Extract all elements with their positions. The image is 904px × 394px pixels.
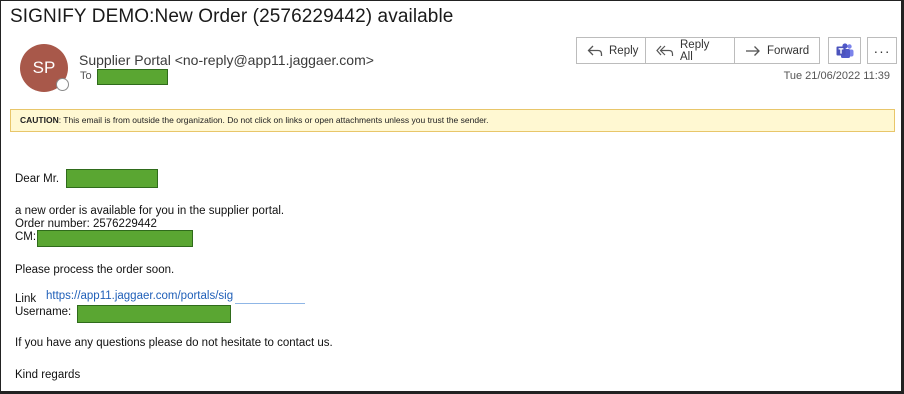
name-redaction [66, 169, 158, 188]
more-options-button[interactable]: ··· [867, 37, 897, 64]
reply-all-icon [656, 45, 674, 57]
order-number-text: Order number: 2576229442 [15, 218, 157, 230]
process-text: Please process the order soon. [15, 264, 175, 276]
forward-button[interactable]: Forward [734, 37, 820, 64]
reply-all-label: Reply All [680, 38, 710, 63]
reply-icon [587, 45, 603, 57]
caution-label: CAUTION [20, 115, 59, 125]
link-underline [235, 303, 305, 304]
portal-link[interactable]: https://app11.jaggaer.com/portals/sig [46, 290, 233, 302]
link-label: Link [15, 293, 37, 305]
username-label: Username: [15, 306, 72, 318]
closing-text: Kind regards [15, 369, 81, 381]
recipient-redaction [97, 69, 168, 85]
to-label: To [80, 70, 92, 82]
forward-icon [745, 45, 761, 57]
teams-button[interactable] [828, 37, 861, 64]
forward-label: Forward [767, 44, 810, 57]
reply-all-button[interactable]: Reply All [645, 37, 735, 64]
sender-name[interactable]: Supplier Portal <no-reply@app11.jaggaer.… [79, 52, 374, 68]
reply-label: Reply [609, 44, 639, 57]
cm-redaction [37, 230, 193, 247]
cm-label: CM: [15, 231, 37, 243]
reply-button[interactable]: Reply [576, 37, 646, 64]
presence-status-icon [56, 78, 69, 91]
message-actions: Reply Reply All Forward ··· [576, 37, 897, 64]
greeting-text: Dear Mr. [15, 173, 60, 185]
username-redaction [77, 305, 231, 323]
email-subject: SIGNIFY DEMO:New Order (2576229442) avai… [10, 6, 454, 27]
new-order-text: a new order is available for you in the … [15, 205, 285, 217]
received-date: Tue 21/06/2022 11:39 [783, 70, 890, 82]
more-icon: ··· [873, 42, 891, 59]
questions-text: If you have any questions please do not … [15, 337, 333, 349]
avatar-initials: SP [32, 58, 56, 77]
teams-icon [836, 42, 854, 59]
caution-banner: CAUTION: This email is from outside the … [10, 109, 895, 132]
caution-text: : This email is from outside the organiz… [58, 115, 489, 125]
